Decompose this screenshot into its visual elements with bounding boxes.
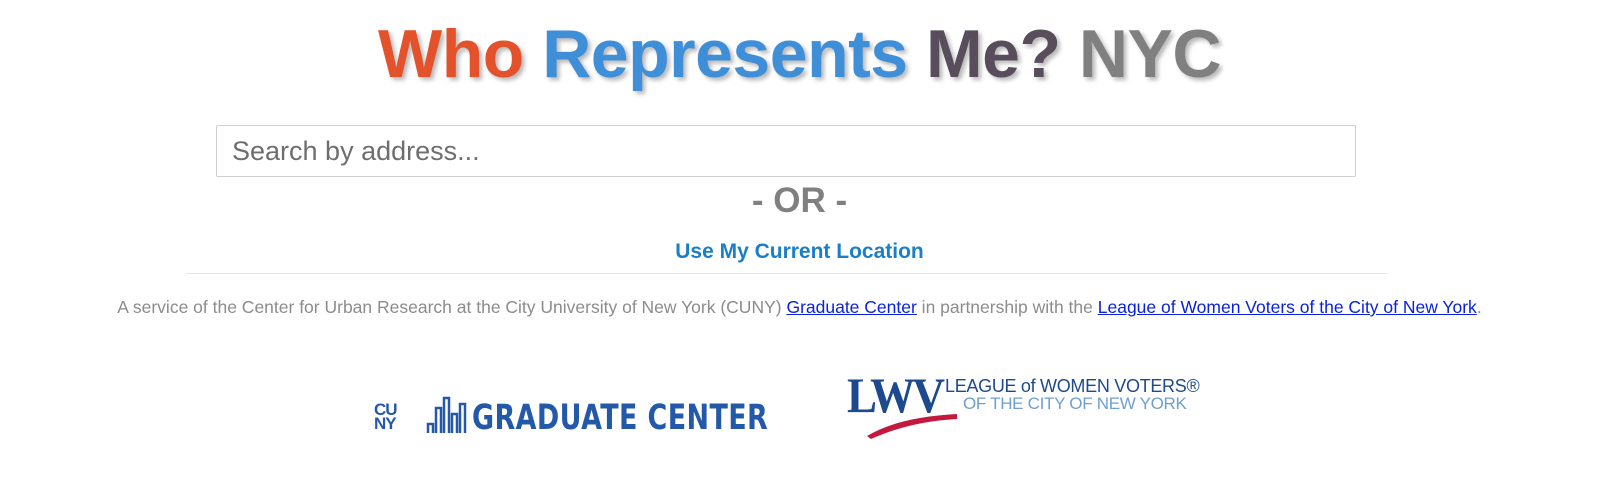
use-current-location-button[interactable]: Use My Current Location [675,240,924,263]
address-search-input[interactable] [216,125,1356,177]
credit-text: A service of the Center for Urban Resear… [0,296,1599,318]
cuny-text: CUNY [374,400,398,433]
title-me: Me? [925,16,1061,92]
lwv-name-line2: OF THE CITY OF NEW YORK [963,394,1187,413]
divider [186,273,1387,274]
lwv-nyc-logo[interactable]: LWV LEAGUE of WOMEN VOTERS® OF THE CITY … [847,370,1207,460]
lwv-name-line1: LEAGUE of WOMEN VOTERS® [945,376,1200,396]
partner-logos: CUNY GRADUATE CENTER LWV LEAGUE of WOMEN… [0,370,1599,460]
league-of-women-voters-link[interactable]: League of Women Voters of the City of Ne… [1098,297,1477,317]
building-bars-icon [426,396,467,433]
location-button-row: Use My Current Location [0,239,1599,265]
graduate-center-wordmark: GRADUATE CENTER [472,398,769,438]
page-title: Who Represents Me? NYC [0,14,1599,94]
graduate-center-link[interactable]: Graduate Center [786,297,916,317]
or-separator: - OR - [751,181,848,220]
title-nyc: NYC [1078,16,1222,92]
credit-text-middle: in partnership with the [916,297,1098,317]
lwv-swoosh-icon [867,414,957,439]
cuny-logo-mark: CUNY [374,400,408,433]
credit-text-after: . [1476,297,1482,317]
credit-text-before: A service of the Center for Urban Resear… [117,297,787,317]
title-represents: Represents [542,16,908,92]
title-who: Who [378,16,524,92]
